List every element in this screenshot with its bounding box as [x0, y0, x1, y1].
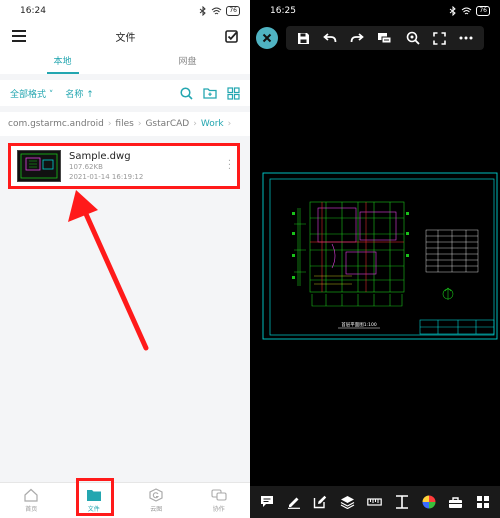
status-bar: 16:24 76 [0, 0, 250, 22]
file-size: 107.62KB [69, 162, 103, 171]
viewer-bottom-toolbar [250, 486, 500, 518]
bottom-navigation: 首页 文件 云图 协作 [0, 482, 250, 518]
annotation-icon[interactable] [260, 495, 274, 509]
status-time: 16:24 [20, 6, 46, 16]
viewer-status-bar: 16:25 76 [250, 0, 500, 22]
viewer-status-time: 16:25 [270, 6, 296, 16]
cad-viewer-screen: 16:25 76 首层平面图1:100 [250, 0, 500, 518]
more-icon[interactable] [459, 36, 473, 40]
nav-collaborate[interactable]: 协作 [188, 483, 251, 518]
wifi-icon [212, 7, 222, 14]
page-title: 文件 [115, 32, 136, 44]
wifi-icon [462, 7, 472, 14]
more-options-icon[interactable]: · · · [228, 157, 231, 175]
drawing-caption: 首层平面图1:100 [341, 321, 377, 328]
battery-icon: 76 [476, 6, 490, 16]
storage-tabs: 本地 网盘 [0, 50, 250, 74]
breadcrumb-separator: › [227, 119, 232, 129]
breadcrumb-separator: › [107, 119, 112, 129]
file-name: Sample.dwg [69, 150, 131, 162]
cloud-drawing-icon [149, 488, 163, 502]
breadcrumb-item[interactable]: GstarCAD [145, 119, 189, 129]
new-folder-icon[interactable] [203, 87, 217, 99]
close-icon [262, 33, 272, 43]
files-tab-highlight [76, 478, 114, 516]
breadcrumb: com.gstarmc.android › files › GstarCAD › Wo… [0, 112, 250, 136]
breadcrumb-item[interactable]: files [115, 119, 133, 129]
nav-cloud-drawing-label: 云图 [150, 506, 163, 513]
nav-home[interactable]: 首页 [0, 483, 63, 518]
battery-icon: 76 [226, 6, 240, 16]
bluetooth-icon [450, 6, 457, 16]
comment-icon[interactable] [377, 32, 392, 45]
zoom-fit-icon[interactable] [406, 31, 420, 45]
search-icon[interactable] [180, 86, 193, 100]
layers-icon[interactable] [340, 495, 355, 509]
edit-icon[interactable] [313, 495, 327, 509]
redo-icon[interactable] [350, 32, 365, 44]
sort-toggle[interactable]: 名称 ↑ [65, 87, 93, 100]
file-list-item[interactable]: Sample.dwg 107.62KB 2021-01-14 16:19:12 … [8, 143, 240, 189]
grid-view-icon[interactable] [227, 86, 240, 100]
file-date: 2021-01-14 16:19:12 [69, 172, 144, 181]
breadcrumb-separator: › [137, 119, 142, 129]
filter-actions [180, 86, 240, 100]
fullscreen-icon[interactable] [433, 31, 446, 45]
select-check-icon[interactable] [225, 29, 238, 43]
tab-cloud[interactable]: 网盘 [125, 50, 250, 74]
toolbox-icon[interactable] [448, 496, 463, 509]
grid-menu-icon[interactable] [476, 495, 490, 509]
nav-home-label: 首页 [25, 506, 38, 513]
file-browser-screen: 16:24 76 文件 本地 网盘 全部格式 ˅ 名称 ↑ com.gstarm… [0, 0, 250, 518]
breadcrumb-separator: › [193, 119, 197, 129]
viewer-status-icons: 76 [449, 6, 490, 16]
action-toolbar [286, 26, 484, 50]
status-icons: 76 [199, 6, 240, 16]
file-info: Sample.dwg 107.62KB 2021-01-14 16:19:12 [69, 151, 228, 182]
viewer-top-toolbar [256, 26, 484, 50]
dwg-thumbnail-icon [17, 150, 61, 182]
title-bar: 文件 [0, 22, 250, 50]
screenshot-root: 16:24 76 文件 本地 网盘 全部格式 ˅ 名称 ↑ com.gstarm… [0, 0, 500, 518]
dimension-icon[interactable] [395, 495, 409, 509]
filter-bar: 全部格式 ˅ 名称 ↑ [0, 80, 250, 106]
home-icon [24, 488, 38, 502]
annotation-arrow [68, 190, 149, 351]
undo-icon[interactable] [323, 32, 337, 44]
close-button[interactable] [256, 27, 278, 49]
format-filter-label: 全部格式 [10, 89, 47, 100]
chat-icon [211, 489, 227, 501]
color-palette-icon[interactable] [422, 495, 436, 509]
nav-cloud-drawing[interactable]: 云图 [125, 483, 188, 518]
breadcrumb-item[interactable]: com.gstarmc.android [8, 119, 104, 129]
measure-icon[interactable] [367, 497, 383, 507]
menu-icon[interactable] [12, 30, 26, 42]
bluetooth-icon [200, 6, 207, 16]
save-icon[interactable] [297, 32, 310, 45]
format-filter[interactable]: 全部格式 ˅ [10, 87, 53, 100]
nav-collaborate-label: 协作 [212, 506, 225, 513]
tab-local[interactable]: 本地 [0, 50, 125, 74]
cad-drawing-canvas[interactable]: 首层平面图1:100 [262, 172, 498, 340]
pen-icon[interactable] [287, 495, 301, 509]
breadcrumb-current[interactable]: Work [201, 119, 224, 129]
